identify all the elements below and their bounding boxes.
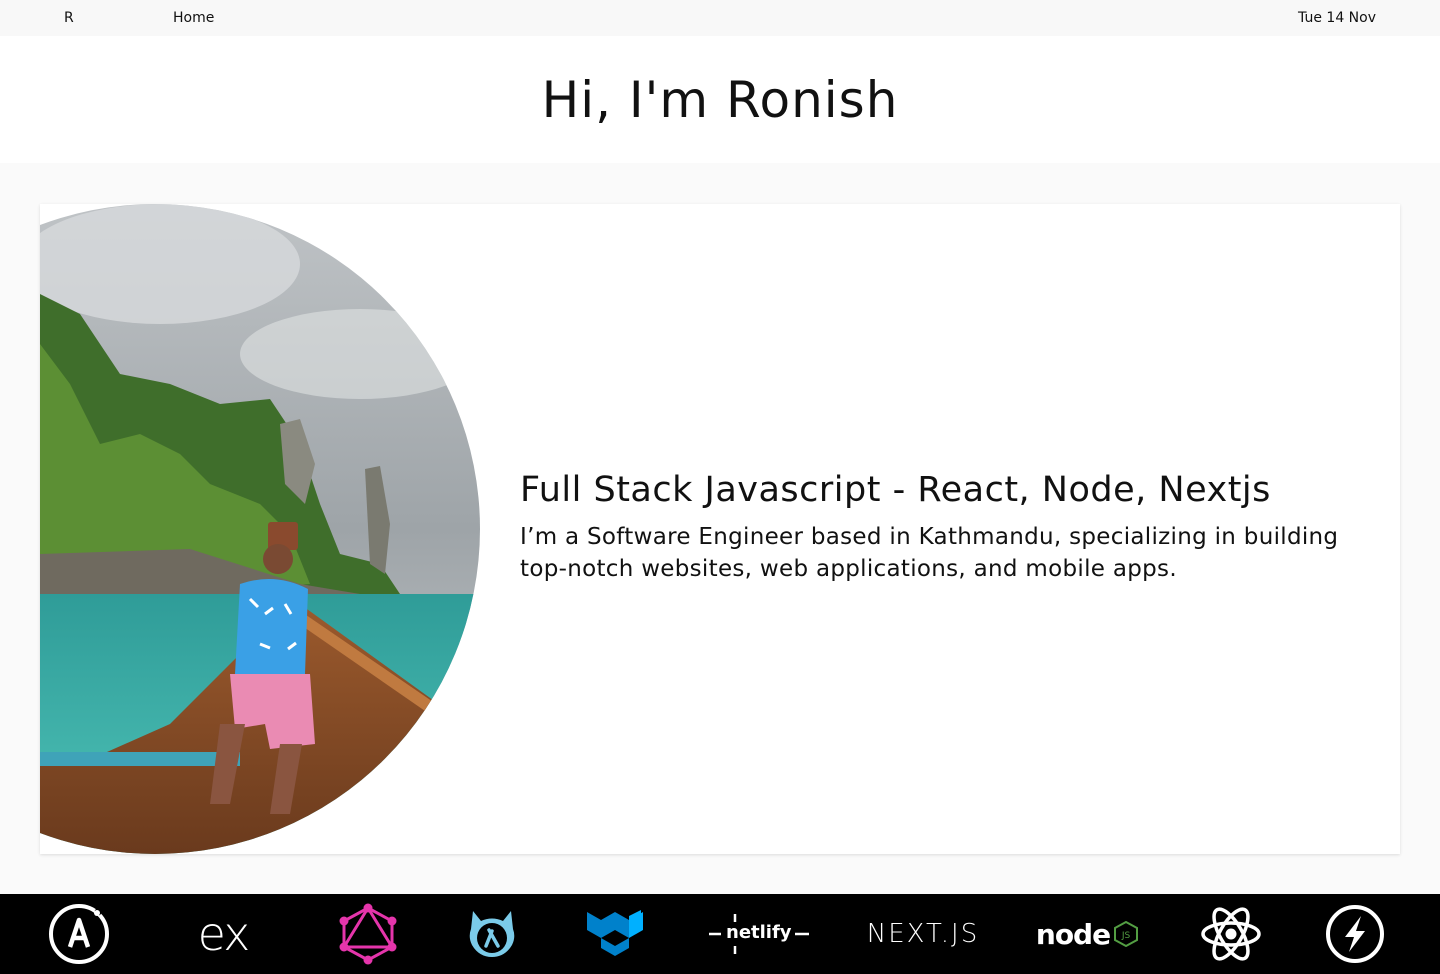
graphql-icon bbox=[336, 902, 400, 966]
nodejs-icon: node JS bbox=[1034, 902, 1140, 966]
express-icon: ex bbox=[183, 902, 263, 966]
profile-photo bbox=[40, 204, 480, 854]
nextjs-icon: NEXT.JS bbox=[866, 902, 980, 966]
netlify-logo-text: netlify bbox=[726, 922, 792, 943]
nav-home-link[interactable]: Home bbox=[173, 10, 214, 26]
nextjs-logo-text: NEXT.JS bbox=[866, 919, 980, 949]
material-ui-icon bbox=[584, 902, 646, 966]
top-nav: R Home Tue 14 Nov bbox=[0, 0, 1440, 36]
nodejs-logo-text: node bbox=[1035, 917, 1111, 951]
intro-description: I’m a Software Engineer based in Kathman… bbox=[520, 524, 1339, 582]
serverless-icon bbox=[1324, 902, 1386, 966]
intro-card: Full Stack Javascript - React, Node, Nex… bbox=[40, 204, 1400, 854]
intro-headline: Full Stack Javascript - React, Node, Nex… bbox=[520, 470, 1271, 510]
svg-text:JS: JS bbox=[1121, 931, 1131, 941]
hasura-icon bbox=[462, 902, 522, 966]
page-title: Hi, I'm Ronish bbox=[541, 71, 899, 129]
logo-link[interactable]: R bbox=[64, 10, 74, 26]
intro-text: Full Stack Javascript - React, Node, Nex… bbox=[520, 469, 1380, 585]
apollo-icon bbox=[47, 902, 111, 966]
tech-stack-bar: ex netlify NEXT.JS node JS bbox=[0, 894, 1440, 974]
express-logo-text: ex bbox=[197, 907, 251, 961]
react-icon bbox=[1199, 902, 1263, 966]
netlify-icon: netlify bbox=[706, 902, 812, 966]
current-date: Tue 14 Nov bbox=[1298, 10, 1376, 26]
hero-heading-band: Hi, I'm Ronish bbox=[0, 36, 1440, 163]
